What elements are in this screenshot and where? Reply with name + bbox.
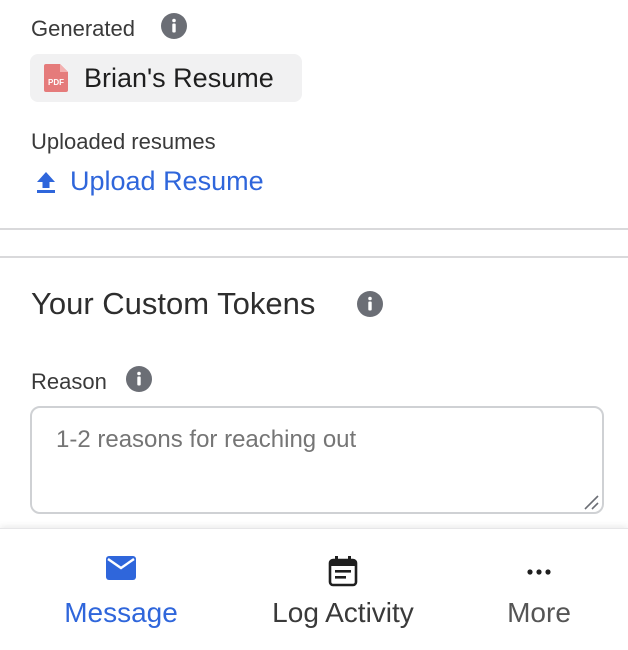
section-divider <box>0 256 628 258</box>
generated-label: Generated <box>31 16 135 41</box>
nav-item-log-activity[interactable]: Log Activity <box>262 529 424 650</box>
upload-resume-label: Upload Resume <box>70 166 264 196</box>
generated-resume-chip[interactable]: PDF Brian's Resume <box>30 54 302 102</box>
resume-tokens-panel: Generated PDF Brian's Resume Uploaded re… <box>0 0 628 650</box>
info-icon[interactable] <box>126 366 152 392</box>
pdf-file-icon: PDF <box>44 64 68 92</box>
mail-icon <box>106 556 136 580</box>
resize-grip-icon[interactable] <box>583 494 599 510</box>
more-dots-icon <box>527 569 551 575</box>
reason-label: Reason <box>31 369 107 394</box>
reason-textarea[interactable] <box>30 406 604 514</box>
bottom-nav: Message Log Activity More <box>0 528 628 650</box>
pdf-badge-text: PDF <box>48 78 64 87</box>
resume-name: Brian's Resume <box>84 62 274 93</box>
nav-label-more: More <box>507 597 571 628</box>
calendar-icon <box>328 556 358 587</box>
upload-icon <box>37 171 55 193</box>
nav-label-log-activity: Log Activity <box>272 597 414 628</box>
info-icon[interactable] <box>161 13 187 39</box>
nav-item-message[interactable]: Message <box>60 529 182 650</box>
upload-resume-link[interactable]: Upload Resume <box>34 166 264 197</box>
nav-label-message: Message <box>64 597 178 628</box>
nav-item-more[interactable]: More <box>500 529 578 650</box>
section-divider <box>0 228 628 230</box>
uploaded-resumes-label: Uploaded resumes <box>31 129 216 154</box>
info-icon[interactable] <box>357 291 383 317</box>
custom-tokens-title: Your Custom Tokens <box>31 286 316 321</box>
